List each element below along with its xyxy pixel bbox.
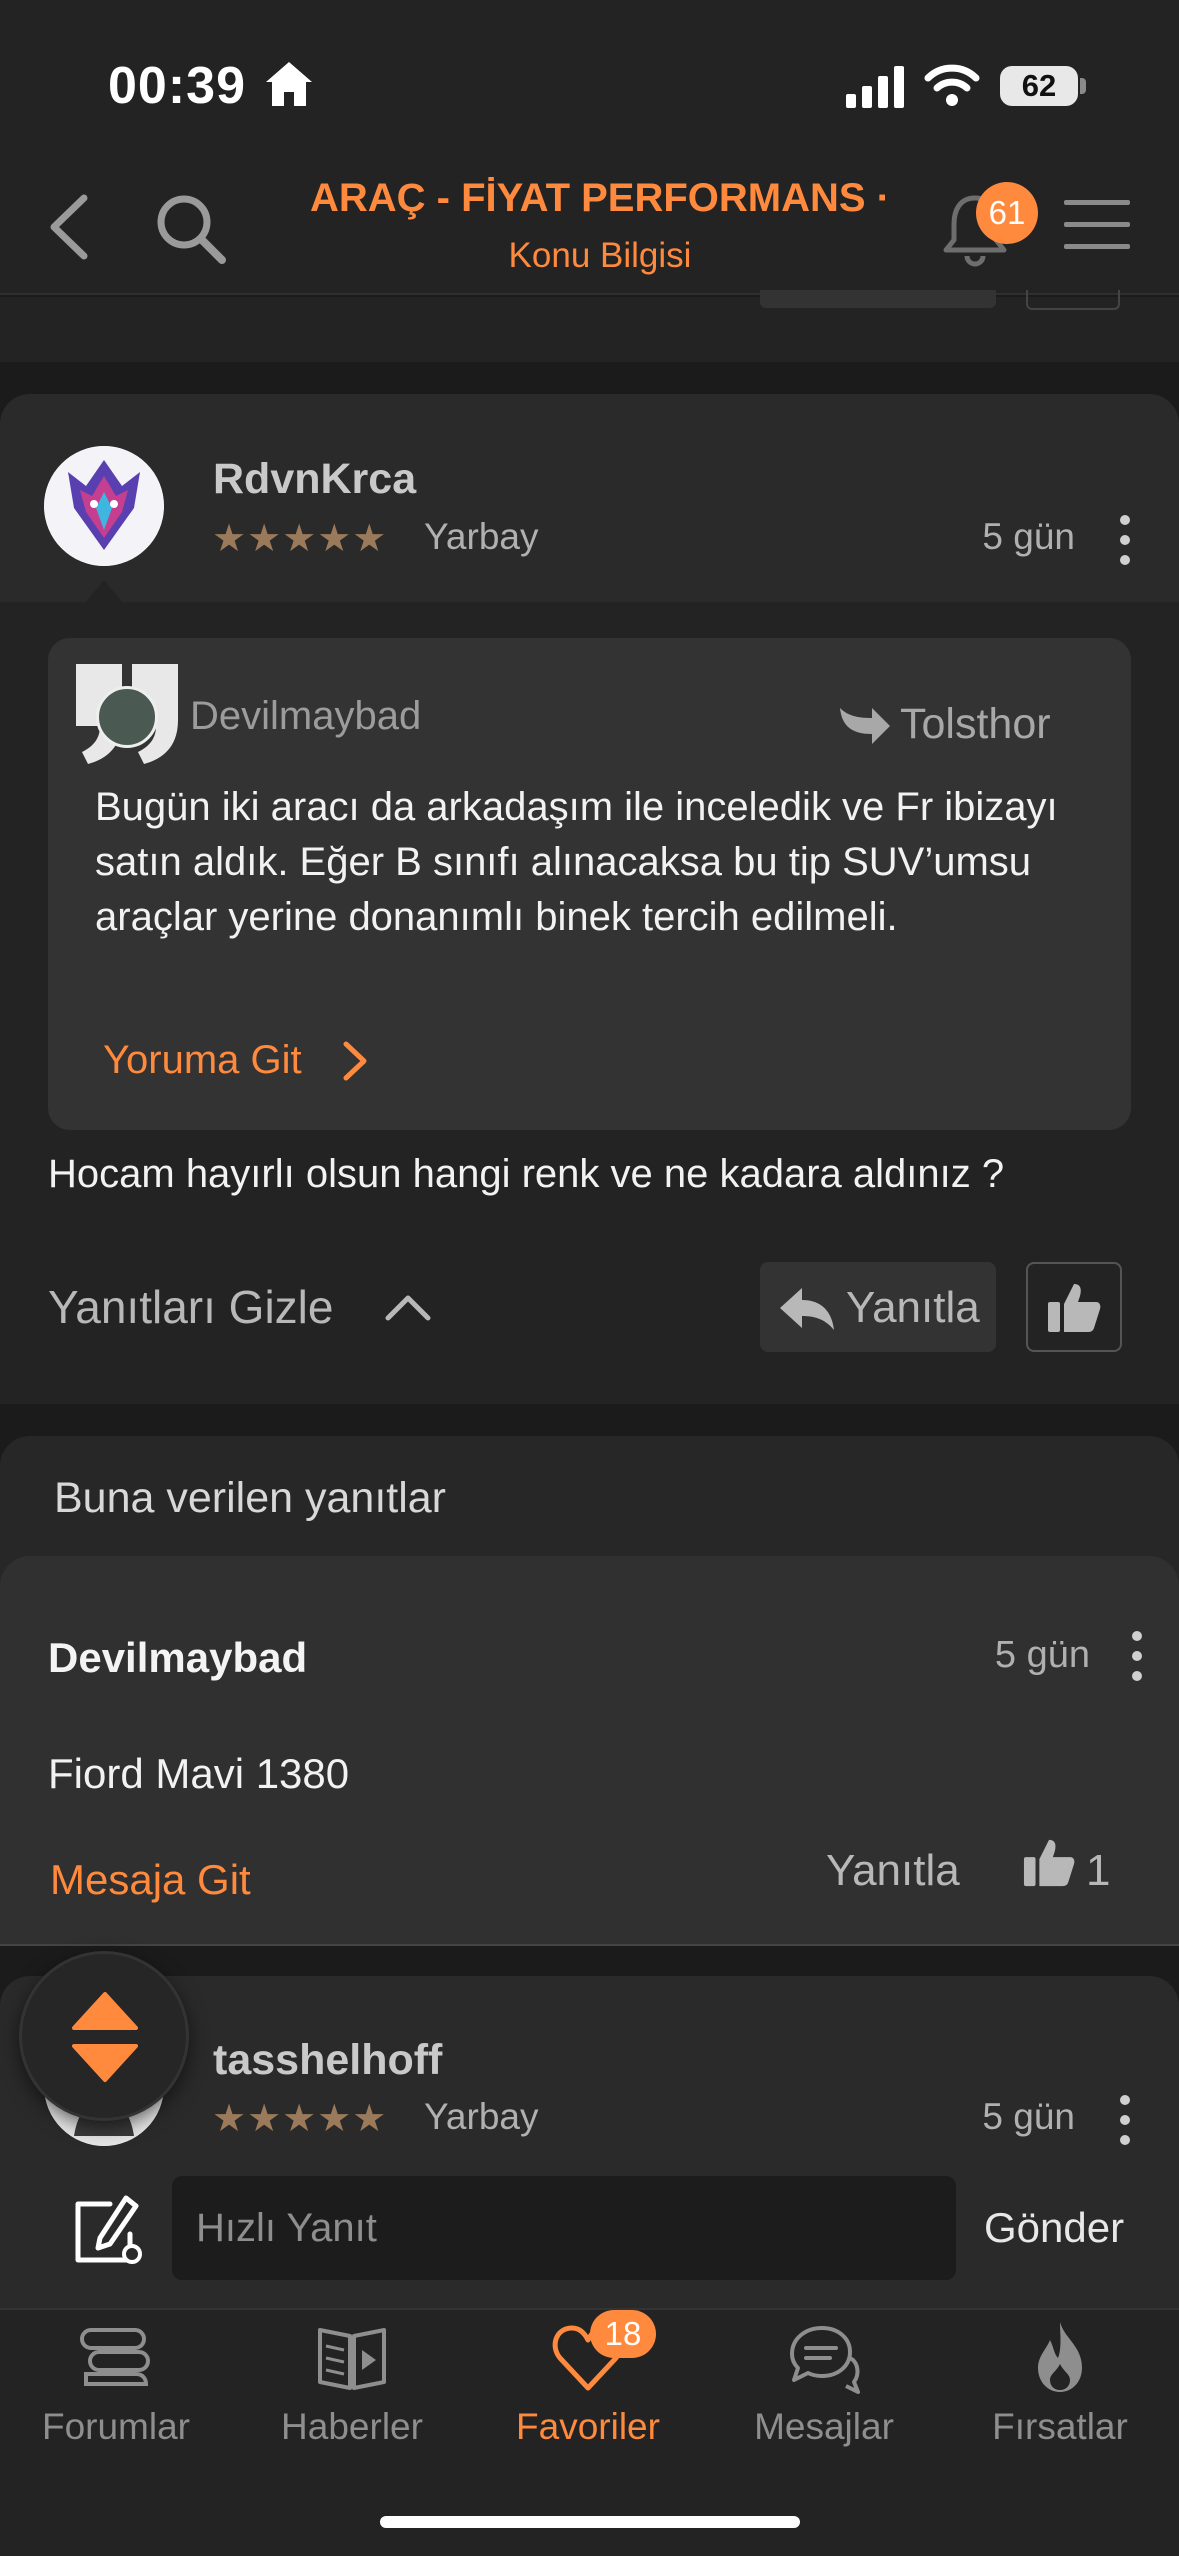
tab-firsatlar[interactable]: Fırsatlar bbox=[950, 2318, 1170, 2458]
thread-info-link[interactable]: Konu Bilgisi bbox=[240, 236, 960, 276]
post-username[interactable]: RdvnKrca bbox=[213, 455, 416, 504]
news-icon bbox=[318, 2328, 386, 2390]
tab-label-mesajlar: Mesajlar bbox=[754, 2406, 894, 2447]
next-post-time: 5 gün bbox=[982, 2096, 1075, 2137]
quote-author[interactable]: Devilmaybad bbox=[190, 694, 421, 739]
reply-reply-button[interactable]: Yanıtla bbox=[826, 1846, 960, 1896]
tab-haberler[interactable]: Haberler bbox=[242, 2318, 462, 2458]
post-time: 5 gün bbox=[982, 516, 1075, 557]
back-chevron-icon[interactable] bbox=[44, 190, 94, 264]
search-icon[interactable] bbox=[152, 190, 230, 268]
thumbs-up-icon bbox=[1048, 1284, 1101, 1332]
reply-more-options-icon[interactable] bbox=[1122, 1628, 1152, 1684]
tab-mesajlar[interactable]: Mesajlar bbox=[714, 2318, 934, 2458]
hamburger-menu-icon[interactable] bbox=[1062, 196, 1132, 254]
cellular-signal-icon bbox=[846, 66, 904, 108]
previous-post-footer bbox=[0, 297, 1179, 362]
battery-indicator: 62 bbox=[1000, 66, 1078, 106]
goto-message-link[interactable]: Mesaja Git bbox=[50, 1856, 251, 1904]
reply-username[interactable]: Devilmaybad bbox=[48, 1634, 307, 1682]
reply-time: 5 gün bbox=[994, 1634, 1090, 1676]
tab-label-firsatlar: Fırsatlar bbox=[992, 2406, 1128, 2447]
thread-title[interactable]: ARAÇ - FİYAT PERFORMANS · bbox=[240, 176, 960, 221]
reply-thumbs-up-icon[interactable] bbox=[1022, 1836, 1076, 1888]
forums-icon bbox=[80, 2328, 150, 2386]
next-post-stars: ★★★★★ bbox=[212, 2098, 388, 2140]
chevron-up-icon[interactable] bbox=[384, 1290, 432, 1324]
quote-author-avatar bbox=[96, 686, 158, 748]
compose-settings-icon[interactable] bbox=[70, 2190, 148, 2268]
reply-text: Fiord Mavi 1380 bbox=[48, 1750, 350, 1797]
messages-icon bbox=[790, 2326, 860, 2394]
avatar-pointer bbox=[86, 580, 122, 602]
chevron-right-icon bbox=[343, 1041, 367, 1081]
scroll-up-down-icon bbox=[72, 1992, 138, 2082]
quote-reply-to[interactable]: Tolsthor bbox=[900, 700, 1051, 749]
wolf-avatar-image bbox=[44, 446, 164, 566]
quote-text: Bugün iki aracı da arkadaşım ile inceled… bbox=[95, 785, 1058, 939]
next-post-username[interactable]: tasshelhoff bbox=[213, 2036, 442, 2085]
favorites-badge: 18 bbox=[590, 2310, 656, 2358]
user-rank: Yarbay bbox=[424, 516, 539, 557]
tab-forumlar[interactable]: Forumlar bbox=[6, 2318, 226, 2458]
reply-button-label[interactable]: Yanıtla bbox=[846, 1283, 980, 1333]
flame-icon bbox=[1038, 2322, 1082, 2392]
previous-reply-button[interactable] bbox=[760, 290, 996, 308]
tab-label-forumlar: Forumlar bbox=[41, 2406, 191, 2447]
tab-favoriler[interactable]: Favoriler bbox=[478, 2318, 698, 2458]
send-button[interactable]: Gönder bbox=[984, 2204, 1124, 2252]
tab-label-haberler: Haberler bbox=[281, 2406, 423, 2447]
rank-stars: ★★★★★ bbox=[212, 518, 388, 560]
post-text: Hocam hayırlı olsun hangi renk ve ne kad… bbox=[48, 1152, 1005, 1196]
tab-label-favoriler: Favoriler bbox=[516, 2406, 660, 2447]
more-options-icon[interactable] bbox=[1110, 512, 1140, 568]
notification-badge: 61 bbox=[976, 182, 1038, 244]
battery-tip bbox=[1080, 78, 1086, 94]
goto-comment-link[interactable]: Yoruma Git bbox=[103, 1038, 302, 1083]
home-indicator bbox=[380, 2516, 800, 2528]
post-header bbox=[0, 394, 1179, 602]
replies-header: Buna verilen yanıtlar bbox=[54, 1474, 446, 1522]
status-time: 00:39 bbox=[108, 57, 246, 115]
next-post-rank: Yarbay bbox=[424, 2096, 539, 2137]
wifi-icon bbox=[924, 64, 980, 106]
user-avatar[interactable] bbox=[44, 446, 164, 566]
home-status-icon bbox=[266, 62, 312, 106]
hide-replies-toggle[interactable]: Yanıtları Gizle bbox=[48, 1280, 333, 1334]
reply-to-arrow-icon bbox=[840, 708, 890, 744]
reply-like-count: 1 bbox=[1086, 1846, 1111, 1895]
previous-like-button[interactable] bbox=[1026, 290, 1120, 310]
next-post-more-options-icon[interactable] bbox=[1110, 2092, 1140, 2148]
quick-reply-input[interactable] bbox=[172, 2176, 956, 2280]
reply-arrow-icon bbox=[780, 1288, 834, 1330]
